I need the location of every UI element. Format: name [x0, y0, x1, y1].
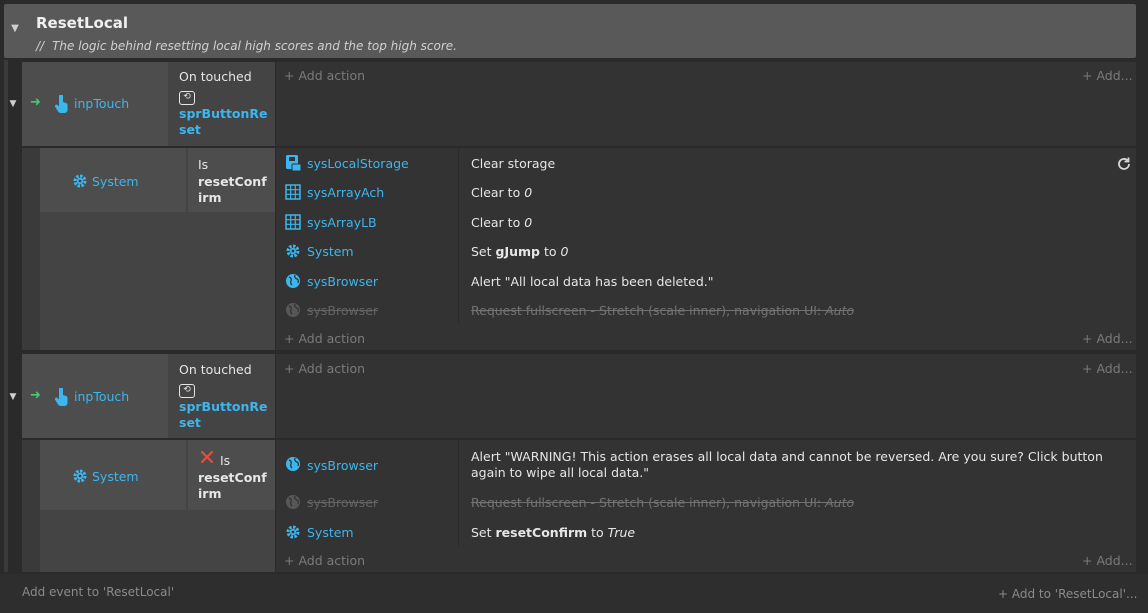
action-text-disabled[interactable]: Request fullscreen - Stretch (scale inne… — [471, 495, 854, 510]
action-object[interactable]: sysLocalStorage — [307, 156, 409, 171]
touch-icon — [54, 94, 68, 116]
subevent-1-add-more[interactable]: + Add... — [1082, 331, 1133, 346]
event-2-sub-rail — [22, 440, 40, 572]
group-rail — [4, 60, 8, 572]
event-1-collapse-toggle[interactable]: ▼ — [7, 98, 19, 110]
array-icon — [285, 184, 301, 203]
globe-icon — [285, 494, 301, 513]
subevent-2-add-action[interactable]: + Add action — [284, 553, 365, 568]
group-collapse-toggle[interactable]: ▼ — [8, 22, 22, 36]
action-text[interactable]: Clear to 0 — [471, 185, 532, 200]
event-2-add-more[interactable]: + Add... — [1082, 361, 1133, 376]
event-2-add-action[interactable]: + Add action — [284, 361, 365, 376]
event-1-target-object[interactable]: sprButtonReset — [179, 106, 271, 138]
subevent-2-add-more[interactable]: + Add... — [1082, 553, 1133, 568]
gear-icon — [72, 173, 88, 192]
event-2-collapse-toggle[interactable]: ▼ — [7, 391, 19, 403]
compare-object-icon: ⟲ — [179, 87, 195, 105]
action-column-divider — [458, 148, 459, 324]
trigger-arrow-icon: ➜ — [30, 95, 41, 110]
event-2-target-object[interactable]: sprButtonReset — [179, 399, 271, 431]
action-object[interactable]: sysBrowser — [307, 274, 378, 289]
action-text[interactable]: Set gJump to 0 — [471, 244, 568, 259]
event-1-actions-area[interactable] — [276, 62, 1136, 146]
event-1-add-more[interactable]: + Add... — [1082, 68, 1133, 83]
event-1-sub-rail — [22, 148, 40, 350]
action-object[interactable]: System — [307, 525, 354, 540]
globe-icon — [285, 302, 301, 321]
comment-prefix: // — [36, 39, 45, 53]
globe-icon — [285, 273, 301, 292]
subevent-1-cond-prefix: Is — [198, 157, 209, 172]
action-object[interactable]: sysArrayLB — [307, 215, 377, 230]
action-text[interactable]: Clear storage — [471, 156, 555, 171]
event-2-actions-area[interactable] — [276, 354, 1136, 438]
subevent-1-cond-var: resetConfirm — [198, 174, 267, 205]
array-icon — [285, 214, 301, 233]
gear-icon — [285, 524, 301, 543]
action-text[interactable]: Alert "All local data has been deleted." — [471, 274, 714, 289]
action-object[interactable]: System — [307, 244, 354, 259]
subevent-1-add-action[interactable]: + Add action — [284, 331, 365, 346]
subevent-2-object-name: System — [92, 469, 139, 484]
refresh-icon[interactable] — [1116, 156, 1132, 175]
event-2-object-name: inpTouch — [74, 389, 130, 404]
invert-x-icon — [200, 450, 214, 467]
action-column-divider — [458, 440, 459, 546]
add-to-group-link[interactable]: + Add to 'ResetLocal'... — [998, 587, 1137, 601]
action-text[interactable]: Alert "WARNING! This action erases all l… — [471, 449, 1121, 481]
gear-icon — [285, 243, 301, 262]
compare-object-icon: ⟲ — [179, 380, 195, 398]
action-object-disabled[interactable]: sysBrowser — [307, 303, 378, 318]
action-text[interactable]: Clear to 0 — [471, 215, 532, 230]
action-object[interactable]: sysBrowser — [307, 458, 378, 473]
event-1-add-action[interactable]: + Add action — [284, 68, 365, 83]
storage-icon — [284, 154, 302, 175]
event-2-trigger-text: On touched — [179, 362, 252, 377]
add-event-link[interactable]: Add event to 'ResetLocal' — [22, 585, 174, 599]
event-1-trigger-text: On touched — [179, 69, 252, 84]
trigger-arrow-icon: ➜ — [30, 388, 41, 403]
comment-text: The logic behind resetting local high sc… — [52, 39, 457, 53]
subevent-2-cond-prefix: Is — [220, 453, 231, 468]
action-text[interactable]: Set resetConfirm to True — [471, 525, 635, 540]
group-comment: // The logic behind resetting local high … — [36, 39, 457, 53]
action-text-disabled[interactable]: Request fullscreen - Stretch (scale inne… — [471, 303, 854, 318]
gear-icon — [72, 468, 88, 487]
action-object-disabled[interactable]: sysBrowser — [307, 495, 378, 510]
touch-icon — [54, 387, 68, 409]
subevent-1-object-name: System — [92, 174, 139, 189]
action-object[interactable]: sysArrayAch — [307, 185, 384, 200]
group-title: ResetLocal — [36, 14, 129, 32]
subevent-2-cond-var: resetConfirm — [198, 470, 267, 501]
event-1-object-name: inpTouch — [74, 96, 130, 111]
subevent-1-actions-area[interactable] — [276, 148, 1136, 350]
globe-icon — [285, 456, 301, 475]
